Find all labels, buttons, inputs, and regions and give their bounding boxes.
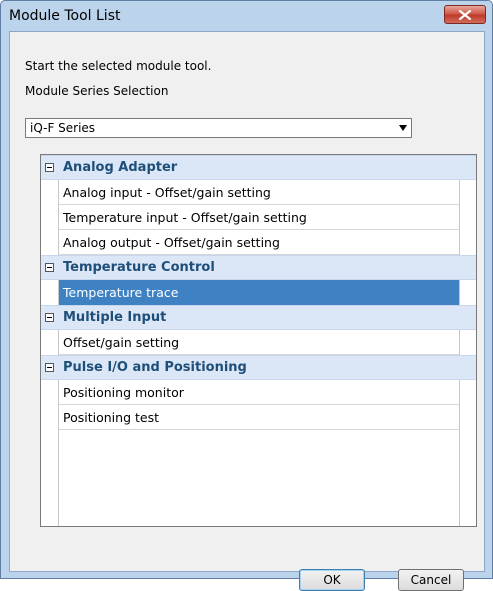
tree-column-line	[459, 155, 460, 526]
tree-item[interactable]: Temperature trace	[59, 280, 459, 305]
tree-category-label: Multiple Input	[63, 310, 167, 325]
module-tool-list-dialog: Module Tool List Start the selected modu…	[0, 0, 493, 591]
collapse-icon[interactable]	[45, 163, 54, 172]
tree-category-label: Analog Adapter	[63, 160, 178, 175]
title-bar[interactable]: Module Tool List	[1, 1, 492, 31]
tree-item-label: Positioning test	[63, 410, 159, 425]
tree-item[interactable]: Positioning monitor	[59, 380, 459, 405]
tree-item[interactable]: Analog input - Offset/gain setting	[59, 180, 459, 205]
tree-item-label: Analog output - Offset/gain setting	[63, 235, 280, 250]
collapse-icon[interactable]	[45, 363, 54, 372]
chevron-down-icon	[399, 125, 407, 131]
cancel-button[interactable]: Cancel	[398, 569, 464, 591]
tree-item-label: Positioning monitor	[63, 385, 184, 400]
tree-category-row[interactable]: Temperature Control	[41, 255, 476, 280]
ok-button[interactable]: OK	[299, 569, 365, 591]
tree-item-label: Temperature input - Offset/gain setting	[63, 210, 307, 225]
tree-item[interactable]: Positioning test	[59, 405, 459, 430]
module-tool-tree: Analog Adapter Analog input - Offset/gain…	[40, 154, 477, 527]
tree-item[interactable]: Analog output - Offset/gain setting	[59, 230, 459, 255]
dialog-content: Start the selected module tool. Module S…	[9, 31, 485, 591]
tree-category-row[interactable]: Analog Adapter	[41, 155, 476, 180]
tree-category-row[interactable]: Pulse I/O and Positioning	[41, 355, 476, 380]
collapse-icon[interactable]	[45, 263, 54, 272]
tree-item-label: Offset/gain setting	[63, 335, 180, 350]
tree-item[interactable]: Offset/gain setting	[59, 330, 459, 355]
tree-item[interactable]: Temperature input - Offset/gain setting	[59, 205, 459, 230]
close-icon	[459, 9, 471, 20]
close-button[interactable]	[444, 5, 486, 24]
module-series-select[interactable]: iQ-F Series	[25, 118, 412, 138]
description-text: Start the selected module tool.	[25, 59, 212, 73]
window-title: Module Tool List	[9, 8, 121, 24]
tree-item-label: Analog input - Offset/gain setting	[63, 185, 271, 200]
tree-category-label: Pulse I/O and Positioning	[63, 360, 247, 375]
tree-category-label: Temperature Control	[63, 260, 215, 275]
collapse-icon[interactable]	[45, 313, 54, 322]
tree-category-row[interactable]: Multiple Input	[41, 305, 476, 330]
series-selection-label: Module Series Selection	[25, 84, 169, 98]
tree-item-label: Temperature trace	[63, 285, 179, 300]
module-series-value: iQ-F Series	[30, 121, 96, 135]
